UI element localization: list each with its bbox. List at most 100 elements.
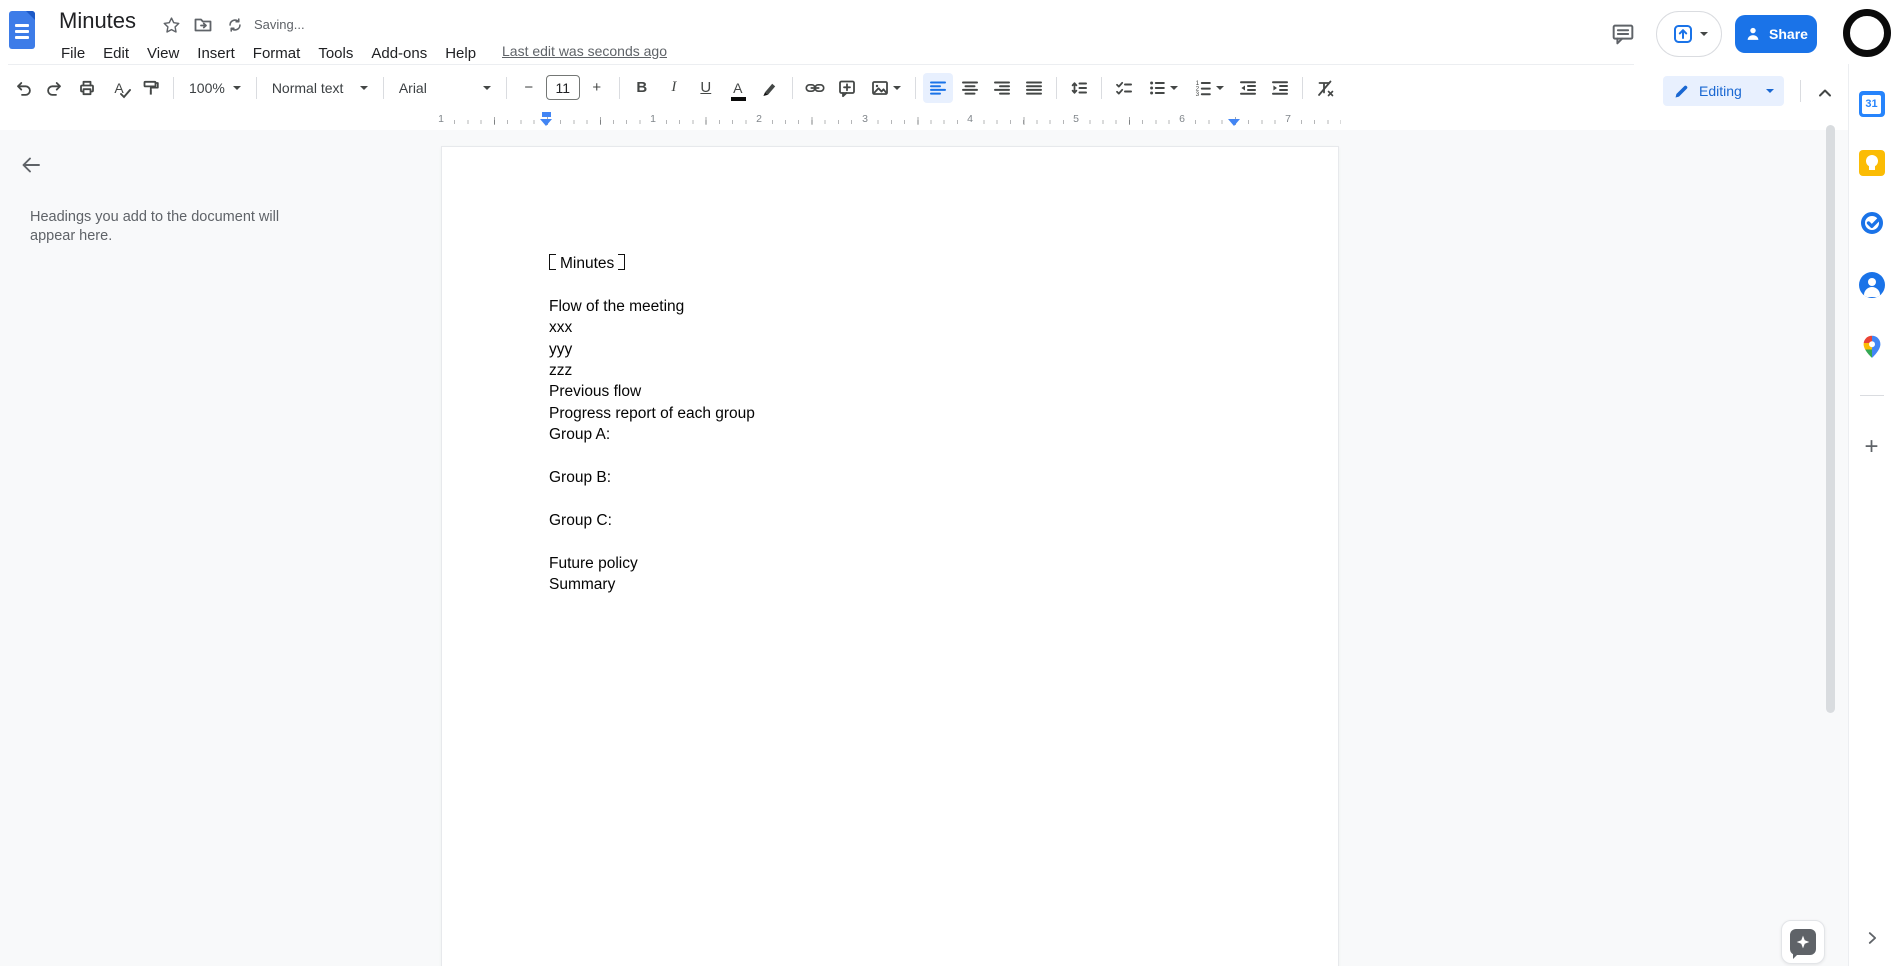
pencil-icon xyxy=(1675,85,1688,97)
explore-icon xyxy=(1790,929,1816,959)
doc-line[interactable] xyxy=(549,531,1278,552)
share-person-icon xyxy=(1747,27,1759,40)
paint-format-button[interactable] xyxy=(136,73,166,103)
left-indent-marker[interactable] xyxy=(540,119,552,126)
account-avatar[interactable] xyxy=(1843,9,1891,57)
zoom-select[interactable]: 100% xyxy=(181,73,249,103)
line-spacing-button[interactable] xyxy=(1064,73,1094,103)
highlight-color-button[interactable] xyxy=(755,73,785,103)
add-comment-button[interactable] xyxy=(832,73,862,103)
doc-line-title[interactable]: Minutes xyxy=(549,252,1278,274)
checklist-button[interactable] xyxy=(1109,73,1139,103)
menu-file[interactable]: File xyxy=(52,43,94,64)
document-title[interactable]: Minutes xyxy=(59,8,136,34)
keep-icon[interactable] xyxy=(1857,148,1887,178)
redo-button[interactable] xyxy=(40,73,70,103)
get-addons-button[interactable]: + xyxy=(1857,432,1887,462)
comment-history-icon[interactable] xyxy=(1605,16,1641,52)
move-to-folder-icon[interactable] xyxy=(190,12,216,38)
star-icon[interactable] xyxy=(158,12,184,38)
doc-line[interactable]: Flow of the meeting xyxy=(549,296,1278,317)
doc-line[interactable]: Group A: xyxy=(549,424,1278,445)
menu-format[interactable]: Format xyxy=(244,43,310,64)
italic-button[interactable]: I xyxy=(659,73,689,103)
calendar-icon[interactable]: 31 xyxy=(1857,89,1887,119)
clear-formatting-button[interactable] xyxy=(1310,73,1340,103)
document-text[interactable]: Minutes Flow of the meeting xxx yyy zzz … xyxy=(549,252,1278,595)
menu-insert[interactable]: Insert xyxy=(188,43,244,64)
right-indent-marker[interactable] xyxy=(1228,119,1240,126)
hide-side-panel-button[interactable] xyxy=(1857,923,1887,953)
last-edit-link[interactable]: Last edit was seconds ago xyxy=(502,43,667,59)
hide-menus-button[interactable] xyxy=(1810,78,1840,108)
decrease-indent-button[interactable] xyxy=(1233,73,1263,103)
menu-view[interactable]: View xyxy=(138,43,188,64)
text-color-button[interactable]: A xyxy=(723,73,753,103)
menu-help[interactable]: Help xyxy=(436,43,485,64)
document-page[interactable]: Minutes Flow of the meeting xxx yyy zzz … xyxy=(441,146,1339,966)
outline-empty-hint: Headings you add to the document will ap… xyxy=(30,209,280,244)
svg-text:3: 3 xyxy=(1196,91,1200,98)
style-caret-icon xyxy=(359,85,368,90)
tasks-icon[interactable] xyxy=(1857,208,1887,238)
mode-select-editing[interactable]: Editing xyxy=(1663,76,1784,106)
ruler[interactable]: 1 1 2 3 4 5 6 7 xyxy=(370,111,1846,130)
toolbar-separator xyxy=(382,76,384,99)
close-outline-button[interactable] xyxy=(14,148,48,182)
bulleted-list-button[interactable] xyxy=(1141,73,1185,103)
menu-edit[interactable]: Edit xyxy=(94,43,138,64)
align-justify-button[interactable] xyxy=(1019,73,1049,103)
google-docs-app: Minutes Saving... File Edit View Insert … xyxy=(0,0,1894,966)
doc-line[interactable]: Summary xyxy=(549,574,1278,595)
docs-logo-icon[interactable] xyxy=(9,11,35,49)
insert-image-button[interactable] xyxy=(864,73,908,103)
font-family-select[interactable]: Arial xyxy=(391,73,499,103)
vertical-scrollbar[interactable] xyxy=(1826,125,1835,713)
toolbar-separator xyxy=(255,76,257,99)
doc-line[interactable] xyxy=(549,446,1278,467)
spellcheck-button[interactable]: A xyxy=(104,73,134,103)
doc-line[interactable] xyxy=(549,274,1278,295)
mode-caret-icon xyxy=(1766,89,1774,93)
doc-line[interactable]: xxx xyxy=(549,317,1278,338)
docs-logo-line xyxy=(15,36,29,39)
explore-button[interactable] xyxy=(1781,920,1825,964)
right-lenticular-bracket xyxy=(618,254,626,270)
print-button[interactable] xyxy=(72,73,102,103)
paragraph-style-select[interactable]: Normal text xyxy=(264,73,376,103)
numbered-list-button[interactable]: 123 xyxy=(1187,73,1231,103)
toolbar-separator xyxy=(173,76,174,99)
menu-tools[interactable]: Tools xyxy=(309,43,362,64)
side-panel-divider xyxy=(1860,395,1884,396)
underline-button[interactable]: U xyxy=(691,73,721,103)
align-left-button[interactable] xyxy=(922,72,953,103)
toolbar-separator xyxy=(618,76,620,99)
doc-line[interactable]: Previous flow xyxy=(549,381,1278,402)
bold-button[interactable]: B xyxy=(627,73,657,103)
align-right-button[interactable] xyxy=(987,73,1017,103)
ruler-ticks-half xyxy=(441,117,1341,125)
first-line-indent-marker[interactable] xyxy=(542,112,551,117)
doc-line[interactable]: yyy xyxy=(549,339,1278,360)
menu-addons[interactable]: Add-ons xyxy=(362,43,436,64)
undo-button[interactable] xyxy=(8,73,38,103)
increase-indent-button[interactable] xyxy=(1265,73,1295,103)
share-button[interactable]: Share xyxy=(1735,15,1817,53)
maps-icon[interactable] xyxy=(1857,332,1887,362)
contacts-icon[interactable] xyxy=(1857,270,1887,300)
font-size-increase-button[interactable]: + xyxy=(582,73,612,103)
doc-line[interactable]: Progress report of each group xyxy=(549,403,1278,424)
mode-label: Editing xyxy=(1699,83,1742,99)
insert-link-button[interactable] xyxy=(800,73,830,103)
font-size-input[interactable]: 11 xyxy=(545,75,580,100)
align-center-button[interactable] xyxy=(955,73,985,103)
doc-line[interactable]: Group C: xyxy=(549,510,1278,531)
doc-line[interactable]: Group B: xyxy=(549,467,1278,488)
doc-line[interactable]: zzz xyxy=(549,360,1278,381)
font-size-decrease-button[interactable]: − xyxy=(514,73,544,103)
doc-line[interactable]: Future policy xyxy=(549,553,1278,574)
doc-line[interactable] xyxy=(549,488,1278,509)
plus-icon: + xyxy=(1864,433,1879,460)
ruler-number: 7 xyxy=(1282,113,1294,125)
present-button[interactable] xyxy=(1656,11,1722,57)
